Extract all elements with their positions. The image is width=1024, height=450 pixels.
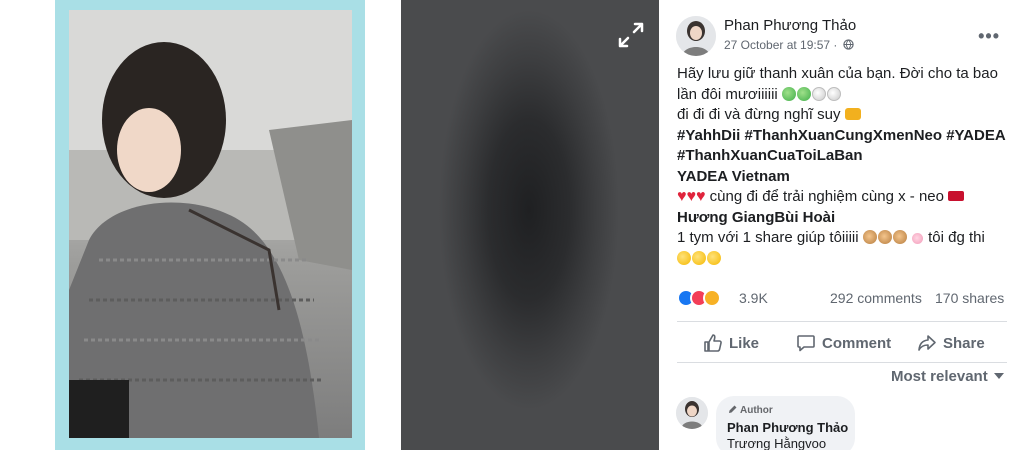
comment-bubble-icon [797,335,815,352]
mention-yadea[interactable]: YADEA Vietnam [677,167,1012,188]
recycle-emoji-icon [781,86,796,101]
recycle-emoji-icon [796,86,811,101]
hashtag-line-2[interactable]: #ThanhXuanCuaToiLaBan [677,146,1012,167]
post-text-line-2: lần đôi mươiiiiii [677,85,1012,106]
monkey-emoji-icon [892,230,907,244]
author-badge-label: Author [740,405,773,416]
post-text-line-9: 1 tym với 1 share giúp tôiiiii tôi đg th… [677,228,1012,249]
mention-tags[interactable]: Hương GiangBùi Hoài [677,208,1012,229]
photo-illustration [69,10,352,438]
post-text-line-9-tail: tôi đg thi [928,229,985,246]
comment-sort-label[interactable]: Most relevant [891,368,988,385]
heart-emoji-icon: ♥ [677,188,687,205]
share-label[interactable]: Share [943,335,985,352]
face-emoji-icon [677,250,691,265]
post-photo[interactable] [69,10,352,438]
post-text-line-10 [677,249,1012,270]
monkey-emoji-icon [862,230,877,244]
comment-text: Trương Hằngvoo [727,436,827,450]
heart-emoji-icon: ♥ [686,188,697,205]
comment-author-name[interactable]: Phan Phương Thảo [727,420,848,435]
share-arrow-icon [918,335,936,351]
globe-icon [843,39,854,50]
photo-panel [0,0,401,450]
shares-count-link[interactable]: 170 shares [935,290,1004,306]
post-timestamp[interactable]: 27 October at 19:57 · [724,38,854,52]
like-label[interactable]: Like [729,335,759,352]
thumbs-up-icon [704,334,722,352]
post-text-line-9-text: 1 tym với 1 share giúp tôiiiii [677,229,859,246]
ribbon-emoji-icon [948,191,965,201]
face-emoji-icon [692,250,706,265]
comment-bubble: Author Phan Phương Thảo Trương Hằngvoo [716,396,855,450]
monkey-emoji-icon [877,230,892,244]
reactions-count[interactable]: 3.9K [739,290,768,306]
comment-sort-dropdown[interactable]: Most relevant [891,368,1004,385]
author-badge: Author [728,404,773,416]
fullscreen-expand-icon[interactable] [616,20,646,50]
share-button[interactable]: Share [917,330,985,356]
like-button[interactable]: Like [703,330,759,356]
face-emoji-icon [707,250,721,265]
heart-emoji-icon: ♥ [696,188,706,205]
caret-down-icon [993,373,1004,379]
moon-face-emoji-icon [826,86,841,101]
more-options-icon[interactable]: ••• [978,26,1000,47]
post-text-line-7-text: cùng đi để trải nghiệm cùng x - neo [709,188,944,205]
post-text-line-7: ♥♥♥ cùng đi để trải nghiệm cùng x - neo [677,187,1012,208]
author-avatar[interactable] [676,16,716,56]
comments-count-link[interactable]: 292 comments [830,290,922,306]
scooter-emoji-icon [844,108,861,120]
blossom-emoji-icon [911,233,923,244]
divider [677,321,1007,322]
post-timestamp-text[interactable]: 27 October at 19:57 · [724,38,837,52]
commenter-avatar[interactable] [676,397,708,429]
divider [677,362,1007,363]
post-text: Hãy lưu giữ thanh xuân của bạn. Đời cho … [677,64,1012,269]
post-text-line-3: đi đi đi và đừng nghĩ suy [677,105,1012,126]
moon-face-emoji-icon [811,86,826,101]
hashtag-line-1[interactable]: #YahhDii #ThanhXuanCungXmenNeo #YADEA [677,126,1012,147]
post-author-name[interactable]: Phan Phương Thảo [724,17,856,34]
comment-label[interactable]: Comment [822,335,891,352]
post-text-line-1: Hãy lưu giữ thanh xuân của bạn. Đời cho … [677,65,998,82]
post-panel: Phan Phương Thảo 27 October at 19:57 · •… [659,0,1024,450]
comment-button[interactable]: Comment [796,330,891,356]
blurred-media-panel [401,0,659,450]
sad-reaction-icon [703,289,721,307]
post-text-line-2-text: lần đôi mươiiiiii [677,85,778,103]
pencil-icon [729,405,737,413]
post-text-line-3-text: đi đi đi và đừng nghĩ suy [677,106,841,123]
